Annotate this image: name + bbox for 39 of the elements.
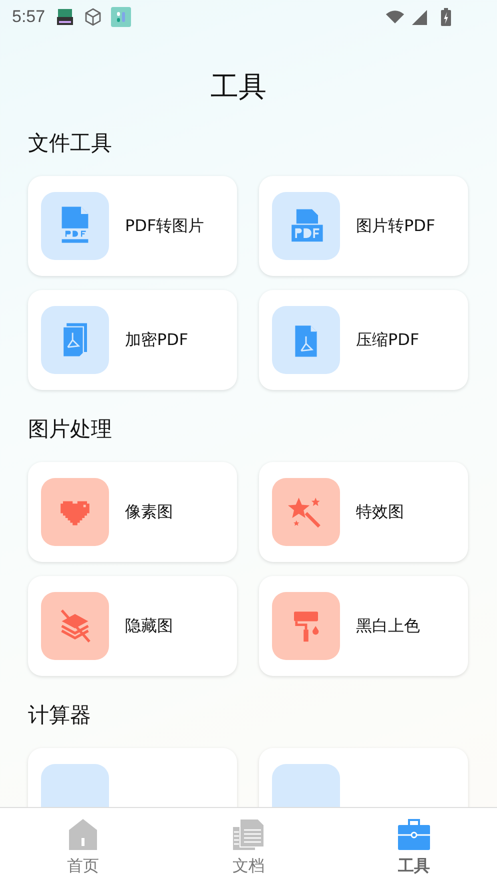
notification-app-icon [55,7,76,27]
notification-app-icon [111,7,132,27]
tool-label: 压缩PDF [356,330,420,350]
tool-card[interactable]: 黑白上色 [259,576,468,676]
pdf-page-icon [41,192,109,260]
tool-card[interactable]: 加密PDF [28,290,237,390]
pdf-badge-icon [272,192,340,260]
document-icon [232,818,264,850]
layers-off-icon [41,592,109,660]
tool-label: 隐藏图 [125,616,173,636]
cube-icon [83,7,104,27]
tool-card[interactable]: 特效图 [259,462,468,562]
tool-label: 图片转PDF [356,216,436,236]
wifi-icon [385,9,405,25]
section-heading: 图片处理 [28,416,113,443]
nav-tab[interactable]: 首页 [0,808,166,884]
battery-icon [441,8,451,26]
tool-label: 黑白上色 [356,616,420,636]
tool-card[interactable]: 隐藏图 [28,576,237,676]
pdf-stack-icon [41,306,109,374]
nav-tab[interactable]: 工具 [331,808,497,884]
tool-card[interactable]: PDF转图片 [28,176,237,276]
tool-label: 加密PDF [125,330,188,350]
nav-tab[interactable]: 文档 [166,808,332,884]
tool-card[interactable]: 像素图 [28,462,237,562]
tool-label: PDF转图片 [125,216,204,236]
tool-label: 像素图 [125,502,173,522]
tool-card[interactable]: 图片转PDF [259,176,468,276]
toolbox-icon [398,818,430,850]
page-title: 工具 [210,69,268,104]
home-icon [66,818,99,850]
section-heading: 计算器 [28,702,92,729]
paint-roller-icon [272,592,340,660]
pdf-file-icon [272,306,340,374]
status-time: 5:57 [12,7,46,27]
section-heading: 文件工具 [28,130,113,157]
magic-wand-icon [272,478,340,546]
tool-label: 特效图 [356,502,404,522]
tool-card[interactable]: 压缩PDF [259,290,468,390]
